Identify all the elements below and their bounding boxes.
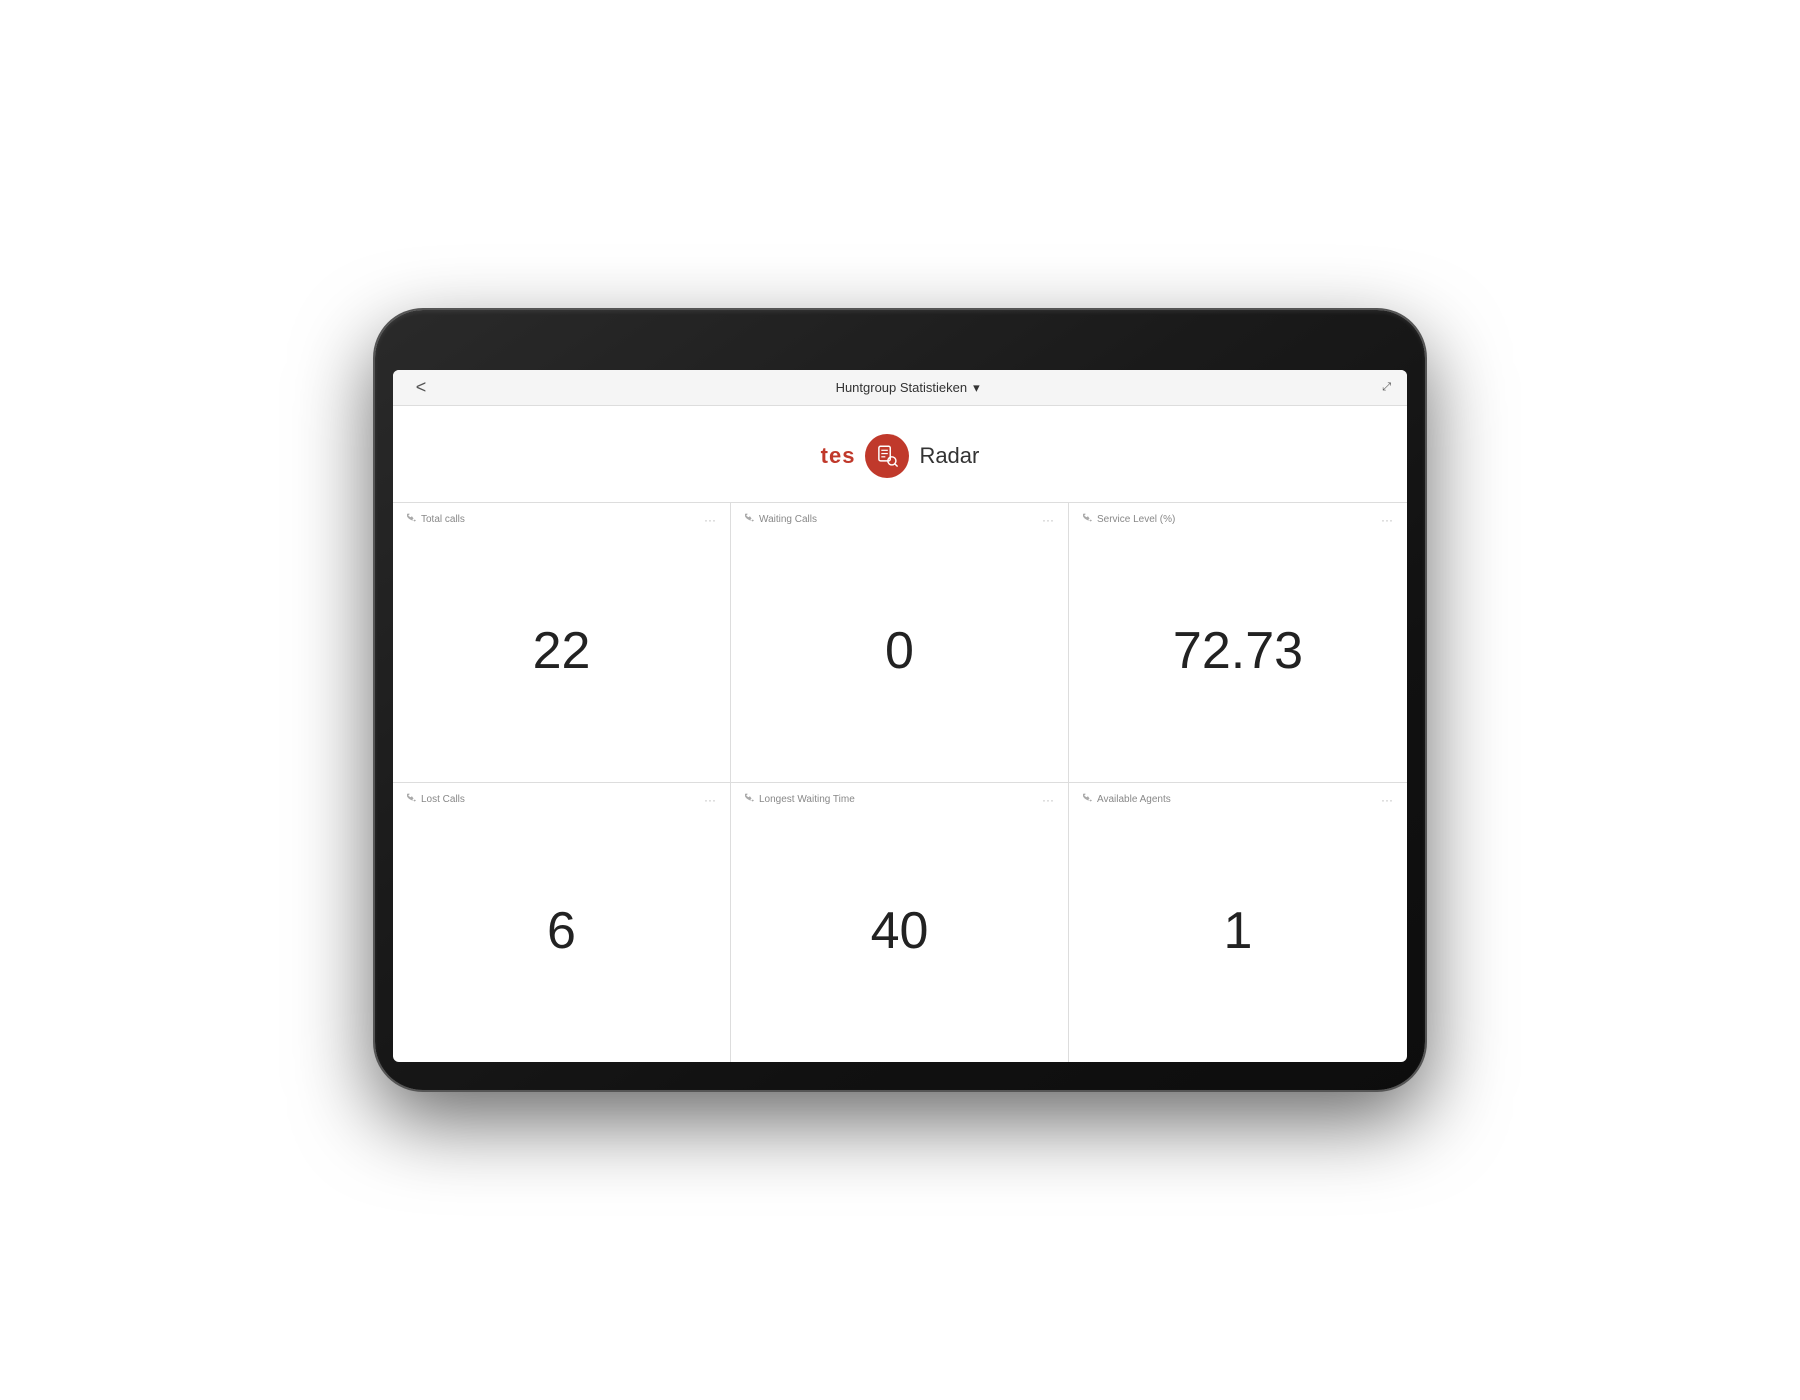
stat-value: 6 xyxy=(407,810,716,1053)
stat-label-text: Total calls xyxy=(421,514,465,525)
stat-more-button[interactable]: ··· xyxy=(1381,513,1393,527)
stat-label-text: Waiting Calls xyxy=(759,514,817,525)
dropdown-icon[interactable]: ▾ xyxy=(973,380,980,396)
tablet-topbar xyxy=(393,338,1407,370)
stat-value: 22 xyxy=(407,530,716,772)
stat-phone-icon xyxy=(745,513,755,526)
stat-label-row: Available Agents xyxy=(1083,793,1393,806)
logo-tes-text: tes xyxy=(821,443,856,469)
stat-more-button[interactable]: ··· xyxy=(704,513,716,527)
stat-cell-available-agents: Available Agents ··· 1 xyxy=(1069,783,1407,1063)
stat-value: 72.73 xyxy=(1083,530,1393,772)
stat-label-text: Service Level (%) xyxy=(1097,514,1175,525)
stat-more-button[interactable]: ··· xyxy=(1381,793,1393,807)
stat-cell-longest-waiting-time: Longest Waiting Time ··· 40 xyxy=(731,783,1069,1063)
stat-cell-waiting-calls: Waiting Calls ··· 0 xyxy=(731,503,1069,783)
stat-more-button[interactable]: ··· xyxy=(704,793,716,807)
expand-button[interactable]: ⤢ xyxy=(1382,381,1391,394)
stat-phone-icon xyxy=(1083,793,1093,806)
tablet-screen: < Huntgroup Statistieken ▾ ⤢ tes xyxy=(393,370,1407,1062)
logo-section: tes Radar xyxy=(393,406,1407,503)
stat-label-text: Longest Waiting Time xyxy=(759,794,855,805)
stat-label-text: Available Agents xyxy=(1097,794,1171,805)
stats-grid: Total calls ··· 22 Waiting Calls ··· 0 xyxy=(393,503,1407,1062)
page-title: Huntgroup Statistieken xyxy=(836,380,968,395)
stat-phone-icon xyxy=(407,793,417,806)
stat-label-row: Service Level (%) xyxy=(1083,513,1393,526)
stat-value: 1 xyxy=(1083,810,1393,1053)
stat-cell-total-calls: Total calls ··· 22 xyxy=(393,503,731,783)
stat-phone-icon xyxy=(1083,513,1093,526)
stat-label-row: Waiting Calls xyxy=(745,513,1054,526)
logo-icon xyxy=(874,443,900,469)
stat-more-button[interactable]: ··· xyxy=(1042,793,1054,807)
nav-bar: < Huntgroup Statistieken ▾ ⤢ xyxy=(393,370,1407,406)
tablet-shell: < Huntgroup Statistieken ▾ ⤢ tes xyxy=(375,310,1425,1090)
stat-label-row: Lost Calls xyxy=(407,793,716,806)
stat-phone-icon xyxy=(407,513,417,526)
stat-more-button[interactable]: ··· xyxy=(1042,513,1054,527)
nav-title: Huntgroup Statistieken ▾ xyxy=(836,380,980,396)
stat-value: 40 xyxy=(745,810,1054,1053)
logo-circle xyxy=(865,434,909,478)
stat-value: 0 xyxy=(745,530,1054,772)
stat-label-row: Total calls xyxy=(407,513,716,526)
logo-radar-text: Radar xyxy=(919,443,979,469)
stat-label-row: Longest Waiting Time xyxy=(745,793,1054,806)
stat-cell-service-level: Service Level (%) ··· 72.73 xyxy=(1069,503,1407,783)
stat-label-text: Lost Calls xyxy=(421,794,465,805)
back-button[interactable]: < xyxy=(409,377,433,398)
stat-cell-lost-calls: Lost Calls ··· 6 xyxy=(393,783,731,1063)
scene: < Huntgroup Statistieken ▾ ⤢ tes xyxy=(0,0,1800,1400)
stat-phone-icon xyxy=(745,793,755,806)
